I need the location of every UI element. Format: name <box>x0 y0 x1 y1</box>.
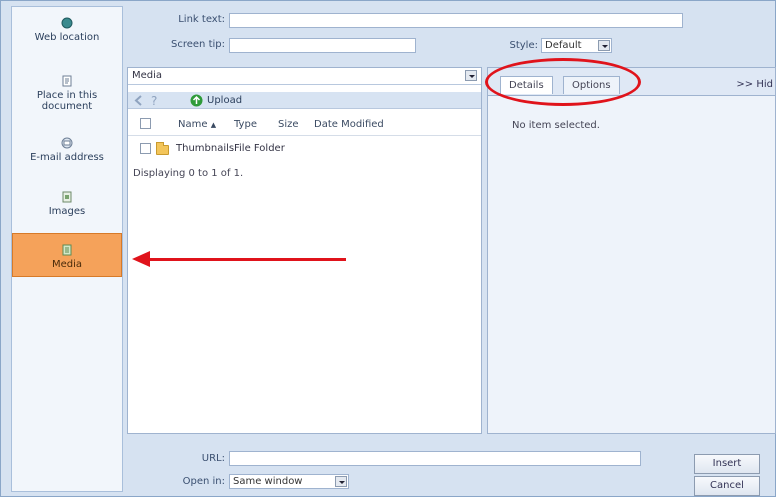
chevron-down-icon[interactable] <box>598 40 610 51</box>
back-icon[interactable] <box>134 95 146 106</box>
media-icon <box>62 244 72 256</box>
upload-icon[interactable] <box>190 94 203 107</box>
details-panel: Details Options >> Hid No item selected. <box>487 67 776 434</box>
url-label: URL: <box>201 453 225 464</box>
file-grid-header: Name ▲ Type Size Date Modified <box>128 114 481 136</box>
sidebar-item-place-in-document[interactable]: Place in this document <box>12 75 122 127</box>
column-header-type[interactable]: Type <box>234 119 257 130</box>
help-icon[interactable]: ? <box>150 94 160 107</box>
column-header-size[interactable]: Size <box>278 119 299 130</box>
insert-button[interactable]: Insert <box>694 454 760 474</box>
status-text: Displaying 0 to 1 of 1. <box>133 168 244 179</box>
pointer-arrow-line <box>148 258 346 261</box>
screen-tip-label: Screen tip: <box>171 39 225 50</box>
empty-state-text: No item selected. <box>512 120 600 131</box>
folder-select[interactable]: Media <box>128 68 481 85</box>
open-in-select-value: Same window <box>233 476 303 487</box>
folder-icon <box>156 142 169 155</box>
pointer-arrow-head <box>132 251 150 267</box>
select-all-checkbox[interactable] <box>140 118 151 129</box>
column-name-label: Name <box>178 119 208 130</box>
column-header-date-modified[interactable]: Date Modified <box>314 119 384 130</box>
svg-text:?: ? <box>151 94 157 107</box>
hide-details-link[interactable]: >> Hid <box>736 79 773 90</box>
chevron-down-icon[interactable] <box>335 476 347 487</box>
link-text-input[interactable] <box>229 13 683 28</box>
row-type: File Folder <box>234 143 285 154</box>
sidebar-item-email-address[interactable]: E-mail address <box>12 137 122 189</box>
sidebar-item-label: Web location <box>34 32 100 43</box>
style-select-value: Default <box>545 40 582 51</box>
file-toolbar: ? Upload <box>128 92 481 109</box>
screen-tip-input[interactable] <box>229 38 416 53</box>
file-browser-panel: Media ? Upload Name ▲ Type Size Date Mod… <box>127 67 482 434</box>
link-type-sidebar: Web location Place in this document E-ma… <box>11 6 123 492</box>
table-row[interactable]: Thumbnails File Folder <box>128 138 481 160</box>
globe-icon <box>61 17 73 29</box>
column-header-name[interactable]: Name ▲ <box>178 119 216 130</box>
open-in-select[interactable]: Same window <box>229 474 349 489</box>
upload-button[interactable]: Upload <box>207 95 242 106</box>
cancel-button[interactable]: Cancel <box>694 476 760 496</box>
mail-icon <box>61 137 73 149</box>
sidebar-item-label: Media <box>51 259 83 270</box>
sidebar-item-label: Images <box>48 206 86 217</box>
open-in-label: Open in: <box>182 476 225 487</box>
row-name: Thumbnails <box>176 143 235 154</box>
style-select[interactable]: Default <box>541 38 612 53</box>
row-checkbox[interactable] <box>140 143 151 154</box>
style-label: Style: <box>509 40 539 51</box>
anchor-icon <box>62 75 72 87</box>
sidebar-item-media[interactable]: Media <box>12 233 122 277</box>
sort-ascending-icon: ▲ <box>210 121 217 129</box>
chevron-down-icon[interactable] <box>465 70 477 81</box>
url-input[interactable] <box>229 451 641 466</box>
sidebar-item-label: E-mail address <box>30 152 104 163</box>
highlight-oval <box>485 58 641 106</box>
link-text-label: Link text: <box>178 14 225 25</box>
sidebar-item-label: Place in this document <box>36 90 98 112</box>
folder-select-value: Media <box>132 70 163 81</box>
image-icon <box>62 191 72 203</box>
sidebar-item-web-location[interactable]: Web location <box>12 17 122 69</box>
